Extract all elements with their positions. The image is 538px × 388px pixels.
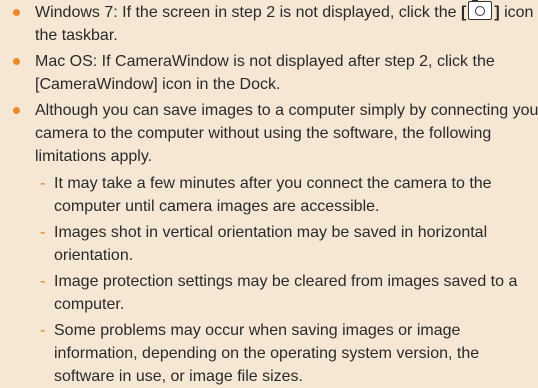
sub-item-delay: - It may take a few minutes after you co… [35, 172, 538, 218]
bullet-dot [13, 107, 20, 114]
dash-marker: - [40, 175, 46, 192]
camerawindow-icon [468, 0, 493, 20]
dash-marker: - [40, 273, 46, 290]
bullet-dot [13, 58, 20, 65]
icon-bracket-open: [ [460, 4, 467, 21]
bullet-windows7: Windows 7: If the screen in step 2 is no… [0, 0, 538, 47]
icon-bracket-close: ] [494, 4, 500, 21]
bullet-macos: Mac OS: If CameraWindow is not displayed… [0, 50, 538, 96]
bullet-windows7-text-before: Windows 7: If the screen in step 2 is no… [35, 4, 461, 21]
dash-marker: - [40, 322, 46, 339]
sub-item-problems: - Some problems may occur when saving im… [35, 319, 538, 388]
note-box: Windows 7: If the screen in step 2 is no… [0, 0, 538, 386]
sub-item-text: Some problems may occur when saving imag… [54, 322, 480, 385]
sub-item-orientation: - Images shot in vertical orientation ma… [35, 221, 538, 267]
bullet-dot [13, 9, 20, 16]
sub-item-text: It may take a few minutes after you conn… [54, 175, 492, 215]
sub-item-protection: - Image protection settings may be clear… [35, 270, 538, 316]
bullet-limitations-text: Although you can save images to a comput… [35, 102, 538, 165]
sub-item-text: Image protection settings may be cleared… [54, 273, 518, 313]
sub-item-text: Images shot in vertical orientation may … [54, 224, 488, 264]
bullet-limitations: Although you can save images to a comput… [0, 99, 538, 168]
dash-marker: - [40, 224, 46, 241]
bullet-macos-text: Mac OS: If CameraWindow is not displayed… [35, 53, 495, 93]
